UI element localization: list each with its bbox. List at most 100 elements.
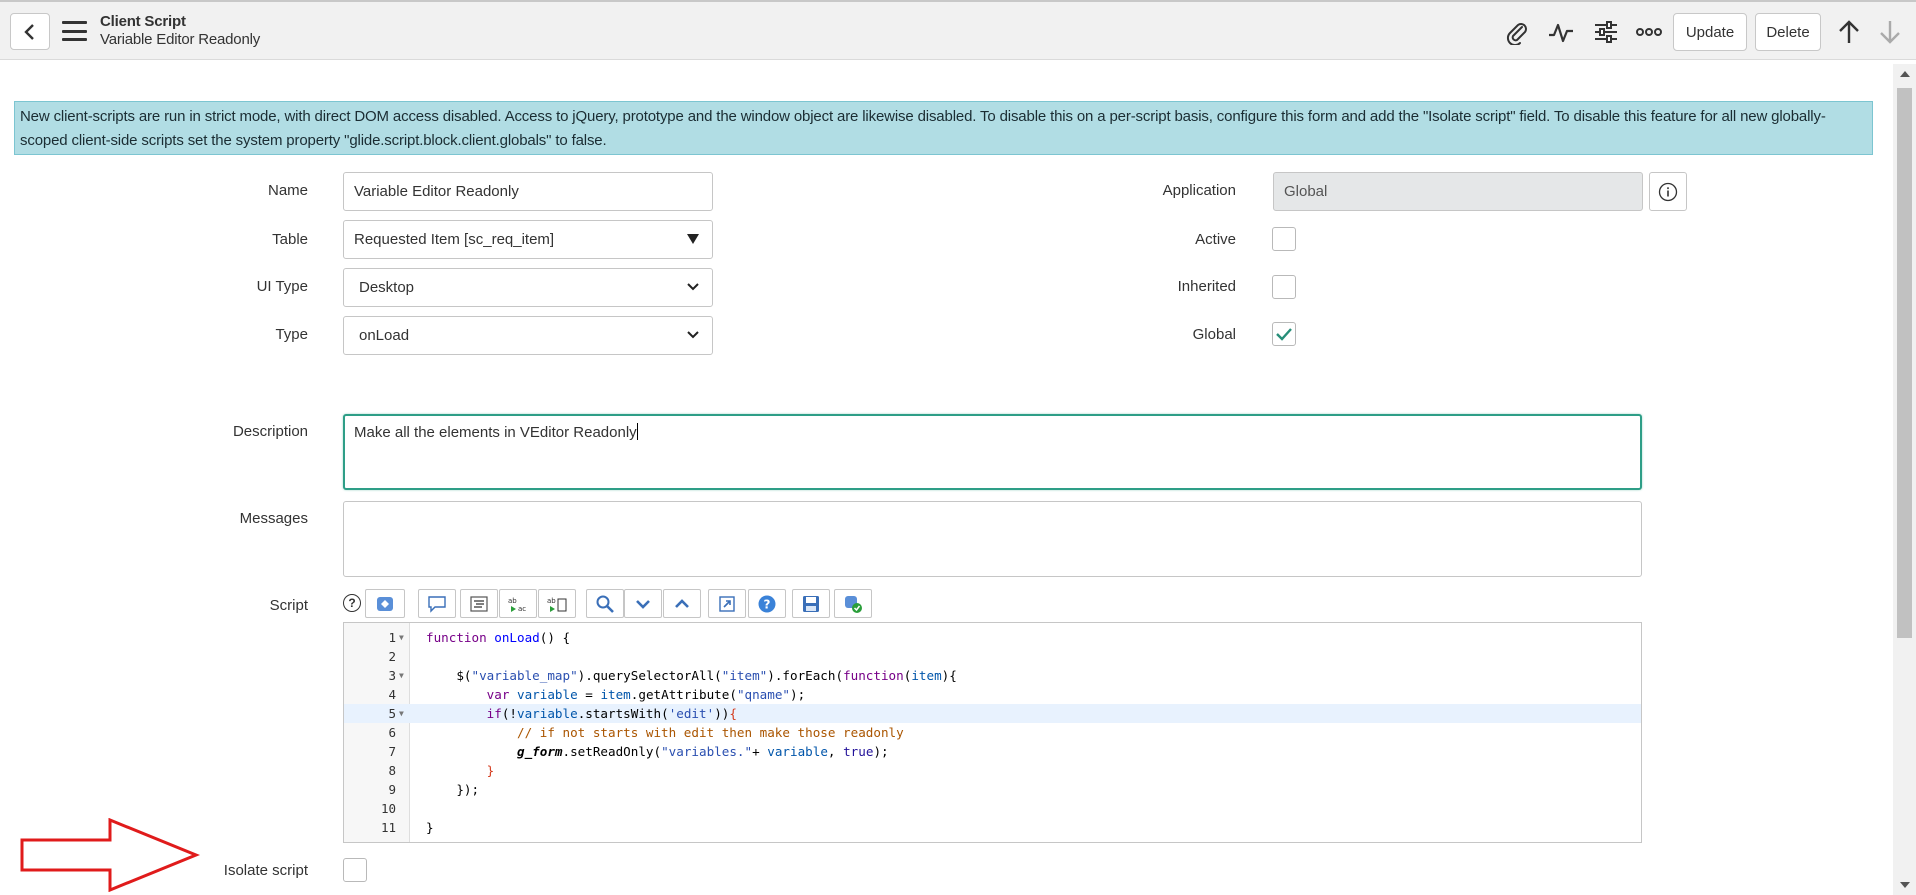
update-button[interactable]: Update <box>1673 13 1747 51</box>
line-number: 7 <box>388 744 396 759</box>
delete-button[interactable]: Delete <box>1755 13 1821 51</box>
inherited-label: Inherited <box>1177 278 1236 295</box>
global-checkbox[interactable] <box>1272 322 1296 346</box>
fold-icon[interactable]: ▼ <box>399 666 404 685</box>
fold-icon[interactable]: ▼ <box>399 628 404 647</box>
name-input[interactable]: Variable Editor Readonly <box>343 172 713 211</box>
script-help-icon[interactable]: ? <box>343 594 361 612</box>
script-help-button[interactable]: ? <box>748 589 786 618</box>
info-banner: New client-scripts are run in strict mod… <box>14 101 1873 155</box>
chevron-down-icon <box>687 331 699 339</box>
type-select[interactable]: onLoad <box>343 316 713 355</box>
record-name: Variable Editor Readonly <box>100 31 261 48</box>
toggle-syntax-button[interactable] <box>365 589 405 618</box>
record-type: Client Script <box>100 13 186 30</box>
ui-type-label: UI Type <box>256 278 308 295</box>
code-line: 2 <box>344 647 1641 666</box>
comment-button[interactable] <box>418 589 456 618</box>
line-number: 10 <box>380 801 396 816</box>
line-number: 8 <box>388 763 396 778</box>
application-info-button[interactable] <box>1649 172 1687 211</box>
fold-icon[interactable]: ▼ <box>399 704 404 723</box>
script-label: Script <box>269 597 308 614</box>
description-value: Make all the elements in VEditor Readonl… <box>354 424 637 441</box>
info-icon <box>1658 182 1678 201</box>
table-label: Table <box>272 231 308 248</box>
fullscreen-button[interactable] <box>708 589 746 618</box>
attachment-icon[interactable] <box>1502 18 1532 46</box>
chevron-down-icon <box>636 599 650 609</box>
syntax-toggle-icon <box>377 596 393 611</box>
back-icon <box>24 23 34 40</box>
format-button[interactable] <box>460 589 498 618</box>
line-number: 9 <box>388 782 396 797</box>
script-editor[interactable]: 1 ▼ function onLoad() { 2 3 ▼ $("variabl… <box>343 622 1642 843</box>
form-title: Client Script Variable Editor Readonly <box>100 13 260 49</box>
search-button[interactable] <box>586 589 624 618</box>
chevron-up-icon <box>675 598 689 608</box>
back-button[interactable] <box>10 13 50 50</box>
messages-label: Messages <box>239 510 308 527</box>
find-previous-button[interactable] <box>663 589 701 618</box>
code-line: 9 }); <box>344 780 1641 799</box>
comment-icon <box>428 595 446 613</box>
arrow-down-icon[interactable] <box>1875 18 1905 46</box>
find-next-button[interactable] <box>624 589 662 618</box>
code-line: 4 var variable = item.getAttribute("qnam… <box>344 685 1641 704</box>
search-icon <box>596 595 614 613</box>
more-icon[interactable] <box>1634 18 1664 46</box>
format-icon <box>470 595 488 612</box>
active-checkbox[interactable] <box>1272 227 1296 251</box>
scroll-down-icon[interactable] <box>1900 882 1910 888</box>
line-number: 11 <box>380 820 396 835</box>
global-label: Global <box>1192 326 1236 343</box>
table-value: Requested Item [sc_req_item] <box>354 231 555 248</box>
replace-all-icon: ab <box>547 597 567 612</box>
settings-icon[interactable] <box>1591 18 1621 46</box>
line-number: 2 <box>388 649 396 664</box>
replace-button[interactable]: ab ac <box>499 589 537 618</box>
scroll-thumb[interactable] <box>1897 88 1912 638</box>
replace-all-button[interactable]: ab <box>538 589 576 618</box>
text-cursor <box>636 423 638 440</box>
code-line: 3 ▼ $("variable_map").querySelectorAll("… <box>344 666 1641 685</box>
table-select[interactable]: Requested Item [sc_req_item] <box>343 220 713 259</box>
help-icon: ? <box>758 595 776 612</box>
arrow-up-icon[interactable] <box>1834 18 1864 46</box>
line-number: 5 <box>388 706 396 721</box>
active-label: Active <box>1195 231 1236 248</box>
replace-icon: abac <box>508 597 526 613</box>
line-number: 3 <box>388 668 396 683</box>
menu-icon[interactable] <box>62 21 87 41</box>
line-number: 4 <box>388 687 396 702</box>
svg-text:?: ? <box>764 597 771 611</box>
application-label: Application <box>1162 182 1236 199</box>
name-label: Name <box>267 182 308 199</box>
line-number: 1 <box>388 630 396 645</box>
isolate-script-label: Isolate script <box>223 862 308 879</box>
fullscreen-icon <box>719 595 735 612</box>
ui-type-select[interactable]: Desktop <box>343 268 713 307</box>
svg-text:ab: ab <box>508 597 517 605</box>
code-line: 1 ▼ function onLoad() { <box>344 628 1641 647</box>
chevron-down-icon <box>687 283 699 291</box>
inherited-checkbox[interactable] <box>1272 275 1296 299</box>
scroll-up-icon[interactable] <box>1900 71 1910 77</box>
svg-text:ab: ab <box>547 597 556 605</box>
script-debug-button[interactable] <box>834 589 872 618</box>
description-textarea[interactable]: Make all the elements in VEditor Readonl… <box>343 414 1642 490</box>
code-line: 10 <box>344 799 1641 818</box>
code-line: 6 // if not starts with edit then make t… <box>344 723 1641 742</box>
red-arrow-annotation <box>20 818 200 892</box>
caret-down-icon <box>687 234 699 244</box>
isolate-script-checkbox[interactable] <box>343 858 367 882</box>
save-button[interactable] <box>792 589 830 618</box>
messages-textarea[interactable] <box>343 501 1642 577</box>
code-line: 7 g_form.setReadOnly("variables."+ varia… <box>344 742 1641 761</box>
vertical-scrollbar[interactable] <box>1893 64 1916 895</box>
description-label: Description <box>232 423 308 440</box>
code-line: 8 } <box>344 761 1641 780</box>
activity-icon[interactable] <box>1546 18 1576 46</box>
application-field: Global <box>1273 172 1643 211</box>
ui-type-value: Desktop <box>359 279 415 296</box>
